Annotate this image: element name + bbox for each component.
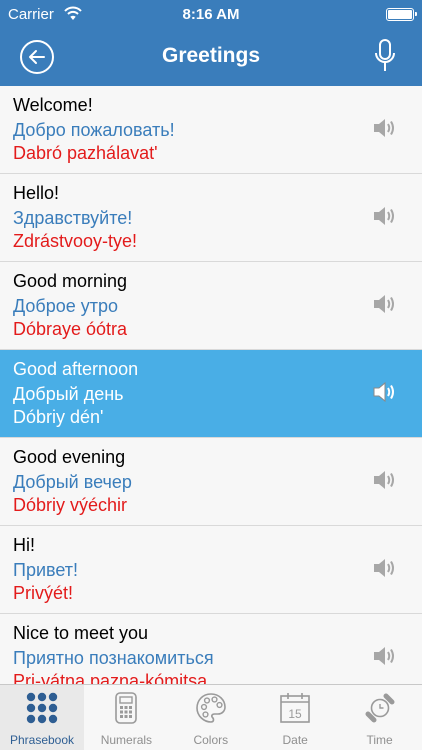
tab-date[interactable]: 15 Date <box>253 685 337 750</box>
microphone-icon[interactable] <box>374 38 396 74</box>
battery-icon <box>386 8 417 21</box>
phrase-row[interactable]: Nice to meet you Приятно познакомиться Pri… <box>0 614 422 684</box>
phrase-english: Hello! <box>13 183 60 203</box>
watch-icon <box>364 692 396 724</box>
calendar-icon: 15 <box>279 692 311 724</box>
palette-icon <box>195 692 227 724</box>
speaker-icon[interactable] <box>372 205 398 227</box>
phrase-list[interactable]: Welcome! Добро пожаловать! Dabró pazhálava… <box>0 86 422 684</box>
phrase-english: Good morning <box>13 271 128 291</box>
phrase-english: Nice to meet you <box>13 623 149 643</box>
tab-phrasebook[interactable]: Phrasebook <box>0 685 84 750</box>
phrase-row[interactable]: Good evening Добрый вечер Dóbriy výéchir <box>0 438 422 526</box>
speaker-icon[interactable] <box>372 293 398 315</box>
navigation-bar: Greetings <box>0 30 422 86</box>
phrase-english: Welcome! <box>13 95 93 115</box>
calculator-icon <box>110 692 142 724</box>
tab-label: Time <box>366 733 393 747</box>
phrase-transliteration: Privýét! <box>13 583 74 603</box>
phrase-transliteration: Dabró pazhálavat' <box>13 143 158 163</box>
phrase-transliteration: Zdrástvooy-tye! <box>13 231 138 251</box>
phrase-russian: Здравствуйте! <box>13 208 133 228</box>
calendar-day: 15 <box>289 707 303 721</box>
tab-label: Date <box>282 733 308 747</box>
phrase-russian: Добро пожаловать! <box>13 120 175 140</box>
speaker-icon[interactable] <box>372 381 398 403</box>
phrase-english: Good afternoon <box>13 359 139 379</box>
phrase-row[interactable]: Hi! Привет! Privýét! <box>0 526 422 614</box>
phrase-english: Hi! <box>13 535 35 555</box>
tab-label: Phrasebook <box>9 733 75 747</box>
phrase-transliteration: Dóbriy výéchir <box>13 495 128 515</box>
tab-label: Colors <box>193 733 229 747</box>
phrase-russian: Доброе утро <box>13 296 119 316</box>
phrase-english: Good evening <box>13 447 126 467</box>
speaker-icon[interactable] <box>372 469 398 491</box>
status-bar: Carrier 8:16 AM <box>0 0 422 30</box>
tab-bar: Phrasebook Numerals Colors 15 Date Time <box>0 684 422 750</box>
grid-dots-icon <box>26 692 58 724</box>
phrase-transliteration: Dóbriy dén' <box>13 407 104 427</box>
tab-label: Numerals <box>100 733 153 747</box>
top-bar: Carrier 8:16 AM Greetings <box>0 0 422 86</box>
phrase-row[interactable]: Good afternoon Добрый день Dóbriy dén' <box>0 350 422 438</box>
phrase-transliteration: Pri-yátna pazna-kómitsa <box>13 671 208 684</box>
phrase-transliteration: Dóbraye óótra <box>13 319 128 339</box>
tab-numerals[interactable]: Numerals <box>84 685 168 750</box>
speaker-icon[interactable] <box>372 557 398 579</box>
tab-time[interactable]: Time <box>338 685 422 750</box>
phrase-row[interactable]: Welcome! Добро пожаловать! Dabró pazhálava… <box>0 86 422 174</box>
phrase-russian: Добрый день <box>13 384 124 404</box>
phrase-row[interactable]: Good morning Доброе утро Dóbraye óótra <box>0 262 422 350</box>
phrase-russian: Приятно познакомиться <box>13 648 214 668</box>
status-time: 8:16 AM <box>182 6 240 23</box>
phrase-row[interactable]: Hello! Здравствуйте! Zdrástvooy-tye! <box>0 174 422 262</box>
page-title: Greetings <box>161 44 261 67</box>
phrase-russian: Добрый вечер <box>13 472 132 492</box>
phrase-russian: Привет! <box>13 560 79 580</box>
speaker-icon[interactable] <box>372 117 398 139</box>
speaker-icon[interactable] <box>372 645 398 667</box>
tab-colors[interactable]: Colors <box>169 685 253 750</box>
